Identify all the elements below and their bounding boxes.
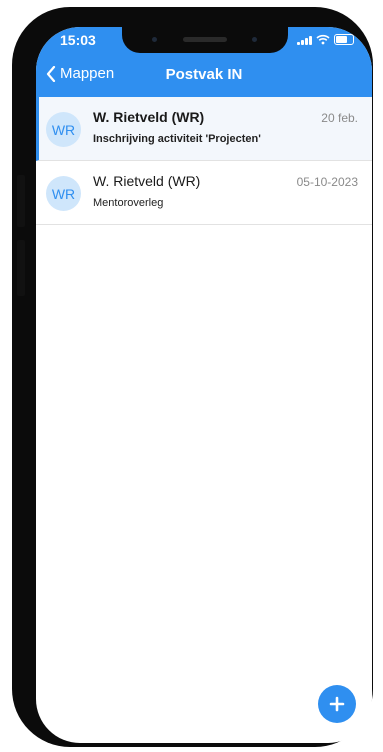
nav-bar: Mappen Postvak IN xyxy=(36,61,372,93)
plus-icon xyxy=(329,696,345,712)
sensor-dot xyxy=(152,37,157,42)
page-title: Postvak IN xyxy=(165,66,243,83)
volume-down-button xyxy=(17,240,25,296)
camera-dot xyxy=(252,37,257,42)
message-row[interactable]: WR W. Rietveld (WR) Mentoroverleg 05-10-… xyxy=(36,161,372,225)
message-date: 05-10-2023 xyxy=(296,175,358,189)
message-subject: Inschrijving activiteit 'Projecten' xyxy=(93,133,261,145)
volume-up-button xyxy=(17,175,25,227)
status-time: 15:03 xyxy=(60,32,96,48)
message-subject: Mentoroverleg xyxy=(93,197,164,209)
wifi-icon xyxy=(316,34,330,45)
avatar: WR xyxy=(46,112,81,147)
app-header: 15:03 Mappen Postvak IN xyxy=(36,27,372,97)
message-date: 20 feb. xyxy=(321,111,358,125)
signal-icon xyxy=(297,35,312,45)
status-icons xyxy=(297,34,354,45)
message-row[interactable]: WR W. Rietveld (WR) Inschrijving activit… xyxy=(36,97,372,161)
message-sender: W. Rietveld (WR) xyxy=(93,173,201,189)
message-list: WR W. Rietveld (WR) Inschrijving activit… xyxy=(36,97,372,225)
compose-button[interactable] xyxy=(318,685,356,723)
notch xyxy=(122,27,288,53)
message-sender: W. Rietveld (WR) xyxy=(93,109,205,125)
screen: 15:03 Mappen Postvak IN WR W. Rietveld (… xyxy=(36,27,372,743)
phone-frame: 15:03 Mappen Postvak IN WR W. Rietveld (… xyxy=(12,7,373,747)
battery-icon xyxy=(334,34,354,45)
speaker-grille xyxy=(183,37,227,42)
avatar: WR xyxy=(46,176,81,211)
